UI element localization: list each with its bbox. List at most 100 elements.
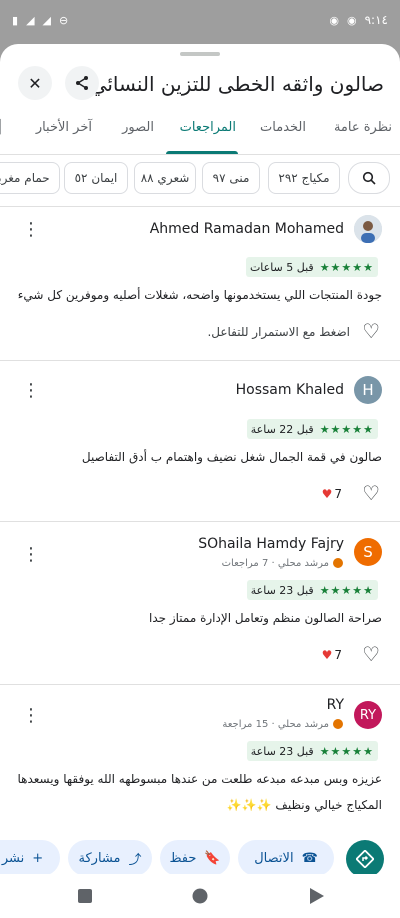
reviewer-name[interactable]: Hossam Khaled [236, 382, 344, 398]
local-guide-badge-icon [332, 557, 344, 569]
back-icon [310, 888, 324, 904]
status-bar: ▮ ◢ ◢ ⊖ ◉ ◉ ٩:١٤ [0, 0, 400, 40]
plus-icon: + [32, 850, 44, 866]
chip-hair[interactable]: شعري ٨٨ [134, 162, 196, 194]
home-icon [192, 888, 208, 904]
reviewer-meta-text: مرشد محلي · 7 مراجعات [221, 558, 329, 569]
tab-active-indicator [166, 151, 238, 154]
review-time: قبل 23 ساعة [250, 583, 314, 597]
save-label: حفظ [169, 850, 197, 866]
star-rating: ★★★★★ [319, 422, 374, 436]
chip-mona[interactable]: منى ٩٧ [202, 162, 260, 194]
signal-icon: ◢ [26, 13, 35, 27]
avatar[interactable] [354, 215, 382, 243]
close-icon: ✕ [28, 73, 42, 93]
dnd-icon: ⊖ [59, 13, 69, 27]
post-photo-button[interactable]: + نشر صورة [0, 840, 60, 876]
status-right: ◉ ◉ ٩:١٤ [329, 13, 388, 27]
heart-reaction-icon: ♥ [321, 487, 333, 501]
review-rating: ★★★★★ قبل 23 ساعة [246, 741, 378, 761]
chrome-icon: ◉ [329, 13, 339, 27]
review-time: قبل 22 ساعة [250, 422, 314, 436]
recents-icon [78, 889, 92, 903]
share-button[interactable] [65, 66, 99, 100]
place-sheet: صالون واثقه الخطى للتزين النسائي ✕ نظرة … [0, 44, 400, 918]
chip-moroccan-bath[interactable]: حمام مغربي [0, 162, 60, 194]
review-text: جودة المنتجات اللي يستخدمونها واضحه، شغل… [18, 288, 382, 302]
more-options-icon[interactable]: ⋮ [22, 546, 40, 564]
review-text: صراحة الصالون منظم وتعامل الإدارة ممتاز … [148, 611, 382, 625]
review-rating: ★★★★★ قبل 23 ساعة [246, 580, 378, 600]
share-place-button[interactable]: ⤴ مشاركة [68, 840, 152, 876]
like-heart-icon[interactable]: ♡ [362, 319, 380, 343]
drag-handle[interactable] [180, 52, 220, 56]
local-guide-badge-icon [332, 718, 344, 730]
tab-updates[interactable]: آخر الأخبار [36, 110, 92, 154]
more-options-icon[interactable]: ⋮ [22, 707, 40, 725]
avatar-initial: RY [359, 707, 377, 723]
review-text: صالون في قمة الجمال شغل نضيف واهتمام ب أ… [81, 450, 382, 464]
tab-bar: نظرة عامة الخدمات المراجعات الصور آخر ال… [0, 110, 400, 155]
directions-icon [356, 850, 374, 868]
likes-number: 7 [334, 648, 342, 662]
reviewer-name[interactable]: Ahmed Ramadan Mohamed [150, 221, 344, 237]
reviewer-meta: مرشد محلي · 7 مراجعات [222, 557, 344, 569]
avatar[interactable]: RY [354, 701, 382, 729]
home-button[interactable] [192, 888, 208, 908]
avatar[interactable]: H [354, 376, 382, 404]
tab-overflow-edge: │ [0, 120, 4, 135]
review-time: قبل 23 ساعة [250, 744, 314, 758]
chip-iman[interactable]: ايمان ٥٢ [64, 162, 128, 194]
avatar-initial: S [363, 543, 373, 561]
star-rating: ★★★★★ [319, 583, 374, 597]
reaction-count: ♥ 7 [322, 487, 342, 501]
reviewer-meta-text: مرشد محلي · 15 مراجعة [222, 719, 329, 730]
place-header: صالون واثقه الخطى للتزين النسائي ✕ [0, 66, 400, 110]
reviewer-name[interactable]: RY [327, 697, 344, 713]
like-heart-icon[interactable]: ♡ [362, 481, 380, 505]
directions-button[interactable] [346, 840, 384, 878]
reaction-count: ♥ 7 [322, 648, 342, 662]
call-button[interactable]: ☎ الاتصال [238, 840, 334, 876]
more-options-icon[interactable]: ⋮ [22, 221, 40, 239]
search-reviews-button[interactable] [348, 162, 390, 194]
post-label: نشر صورة [0, 850, 25, 866]
save-button[interactable]: 🔖 حفظ [160, 840, 230, 876]
avatar-initial: H [362, 381, 374, 399]
share-label: مشاركة [78, 850, 121, 866]
place-title: صالون واثقه الخطى للتزين النسائي [90, 72, 384, 96]
recents-button[interactable] [78, 888, 92, 907]
reviewer-name[interactable]: SOhaila Hamdy Fajry [198, 536, 344, 552]
call-label: الاتصال [254, 850, 294, 866]
system-nav-bar [0, 874, 400, 918]
more-options-icon[interactable]: ⋮ [22, 382, 40, 400]
chip-makeup[interactable]: مكياج ٢٩٢ [268, 162, 340, 194]
tab-overview[interactable]: نظرة عامة [334, 110, 392, 154]
like-heart-icon[interactable]: ♡ [362, 642, 380, 666]
status-time: ٩:١٤ [364, 13, 388, 27]
review-card: Ahmed Ramadan Mohamed ⋮ ★★★★★ قبل 5 ساعا… [0, 207, 400, 359]
avatar[interactable]: S [354, 538, 382, 566]
likes-number: 7 [334, 487, 342, 501]
status-left: ▮ ◢ ◢ ⊖ [12, 14, 68, 27]
topic-chips: مكياج ٢٩٢ منى ٩٧ شعري ٨٨ ايمان ٥٢ حمام م… [0, 162, 400, 196]
share-small-icon: ⤴ [128, 852, 142, 868]
review-card: H Hossam Khaled ⋮ ★★★★★ قبل 22 ساعة صالو… [0, 361, 400, 521]
review-time: قبل 5 ساعات [249, 260, 314, 274]
bookmark-icon: 🔖 [204, 850, 221, 866]
reviewer-meta: مرشد محلي · 15 مراجعة [222, 718, 344, 730]
heart-reaction-icon: ♥ [321, 648, 333, 662]
tab-reviews[interactable]: المراجعات [180, 110, 236, 154]
close-button[interactable]: ✕ [18, 66, 52, 100]
back-button[interactable] [310, 888, 324, 908]
review-card: RY RY مرشد محلي · 15 مراجعة ⋮ ★★★★★ قبل … [0, 685, 400, 835]
phone-icon: ☎ [301, 850, 318, 866]
review-text-line-2: المكياج خيالي ونظيف ✨✨✨ [226, 798, 382, 812]
tab-services[interactable]: الخدمات [260, 110, 306, 154]
star-rating: ★★★★★ [319, 744, 374, 758]
chrome-icon-2: ◉ [347, 13, 357, 27]
share-icon [76, 76, 88, 90]
tab-photos[interactable]: الصور [122, 110, 154, 154]
review-rating: ★★★★★ قبل 22 ساعة [246, 419, 378, 439]
react-hint: اضغط مع الاستمرار للتفاعل. [207, 325, 350, 339]
